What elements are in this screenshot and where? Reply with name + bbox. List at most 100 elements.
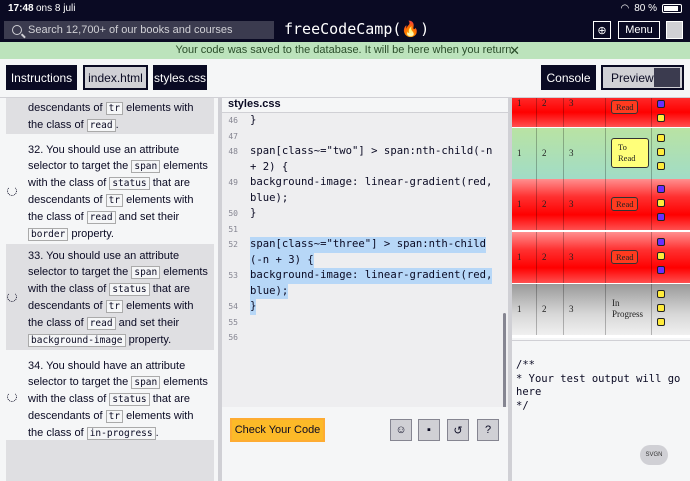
preview-cell: 1 (512, 179, 537, 230)
tab-console[interactable]: Console (541, 65, 596, 90)
console-pane: /** * Your test output will go here */ S… (512, 340, 690, 481)
loading-spinner-icon (7, 392, 17, 402)
cell-text: 2 (542, 304, 547, 314)
preview-cell: 1 (512, 232, 537, 283)
tab-styles-css[interactable]: styles.css (153, 65, 207, 90)
avatar[interactable] (666, 21, 683, 39)
tab-index-html[interactable]: index.html (83, 65, 148, 90)
hint-31: descendants of tr elements with the clas… (6, 98, 214, 134)
cell-text: 1 (517, 98, 522, 108)
search-bar[interactable] (4, 21, 274, 39)
rating-cell (652, 98, 690, 127)
line-number: 49 (228, 178, 238, 187)
rating-dot-icon (657, 100, 665, 108)
close-icon[interactable]: ✕ (509, 42, 520, 59)
preview-cell: 2 (537, 128, 564, 179)
cell-text: 2 (542, 252, 547, 262)
status-cell: Read (606, 98, 652, 127)
hint-32: 32. You should use an attribute selector… (28, 144, 208, 241)
line-number: 50 (228, 209, 238, 218)
preview-cell: 1 (512, 284, 537, 335)
reset-history-icon[interactable]: ↺ (447, 419, 469, 441)
fcc-logo[interactable]: freeCodeCamp(🔥) (284, 20, 429, 38)
status-badge: Read (611, 100, 639, 114)
preview-cell: 1 (512, 128, 537, 179)
help-bot-icon[interactable]: ☺ (390, 419, 412, 441)
status-bar: 17:48 ons 8 juli ◠ 80 % (0, 0, 690, 18)
cell-text: 2 (542, 199, 547, 209)
line-text: (-n + 3) { (250, 252, 314, 268)
line-text: span[class~="three"] > span:nth-child (250, 237, 486, 253)
status-badge: Read (611, 197, 639, 211)
top-nav: freeCodeCamp(🔥) ⊕ Menu (0, 18, 690, 42)
svg-toggle-button[interactable]: SVGN (640, 445, 668, 465)
status-badge: To Read (611, 138, 649, 168)
preview-table-row: 1 2 3 To Read (512, 128, 690, 180)
cell-text: 3 (569, 199, 574, 209)
flash-text: Your code was saved to the database. It … (175, 44, 515, 56)
loading-spinner-icon (7, 186, 17, 196)
cell-text: 3 (569, 98, 574, 108)
cell-text: 1 (517, 304, 522, 314)
rating-dot-icon (657, 162, 665, 170)
rating-cell (652, 284, 690, 335)
preview-table-row: 1 2 3 Read (512, 232, 690, 284)
preview-cell: 2 (537, 98, 564, 127)
code-editor: styles.css 46} 47 48 span[class~="two"] > s… (222, 98, 508, 423)
preview-window-icon[interactable] (654, 68, 680, 87)
editor-toolbar: Check Your Code ☺ ▪ ↺ ? (222, 407, 508, 481)
line-number: 51 (228, 224, 238, 234)
line-text: + 2) { (250, 160, 289, 173)
line-text: background-image: linear-gradient(red, (250, 176, 493, 188)
rating-dot-icon (657, 213, 665, 221)
rating-dot-icon (657, 114, 665, 122)
editor-text-area[interactable]: 46} 47 48 span[class~="two"] > span:nth-chi… (222, 112, 508, 423)
status-badge: Read (611, 250, 639, 264)
editor-file-name: styles.css (228, 98, 281, 110)
save-flash-message: Your code was saved to the database. It … (0, 42, 690, 59)
status-cell: Read (606, 179, 652, 230)
rating-dot-icon (657, 148, 665, 156)
line-number: 47 (228, 131, 238, 141)
preview-cell: 2 (537, 179, 564, 230)
preview-cell: 3 (564, 179, 606, 230)
menu-button[interactable]: Menu (618, 21, 660, 39)
help-forum-icon[interactable]: ? (477, 419, 499, 441)
preview-cell: 3 (564, 98, 606, 127)
search-icon (12, 25, 22, 35)
rating-cell (652, 128, 690, 179)
line-number: 48 (228, 147, 238, 156)
check-code-button[interactable]: Check Your Code (230, 418, 325, 442)
line-text: span[class~="two"] > span:nth-child(-n (250, 145, 493, 157)
rating-dot-icon (657, 318, 665, 326)
preview-cell: 2 (537, 232, 564, 283)
cell-text: 3 (569, 304, 574, 314)
cell-text: 2 (542, 98, 547, 108)
rating-dot-icon (657, 266, 665, 274)
instructions-panel: descendants of tr elements with the clas… (0, 98, 218, 481)
rating-dot-icon (657, 185, 665, 193)
search-input[interactable] (28, 24, 258, 36)
loading-spinner-icon (7, 292, 17, 302)
preview-table-row: 1 2 3 In Progress (512, 284, 690, 336)
cell-text: 1 (517, 252, 522, 262)
line-text: } (250, 299, 257, 315)
rating-dot-icon (657, 304, 665, 312)
language-globe-icon[interactable]: ⊕ (593, 21, 611, 39)
date: ons 8 juli (36, 3, 76, 14)
editor-tabs-bar: Instructions index.html styles.css Conso… (0, 59, 690, 98)
line-text: } (250, 207, 257, 219)
tab-instructions[interactable]: Instructions (6, 65, 77, 90)
rating-cell (652, 232, 690, 283)
save-icon[interactable]: ▪ (418, 419, 440, 441)
line-number: 55 (228, 317, 238, 327)
status-cell: In Progress (606, 284, 652, 335)
preview-table-row: 1 2 3 Read (512, 179, 690, 231)
wifi-icon: ◠ (620, 3, 630, 14)
status-cell: To Read (606, 128, 652, 179)
cell-text: 2 (542, 148, 547, 158)
editor-scrollbar[interactable] (503, 313, 506, 408)
cell-text: 1 (517, 148, 522, 158)
rating-cell (652, 179, 690, 230)
cell-text: 3 (569, 148, 574, 158)
